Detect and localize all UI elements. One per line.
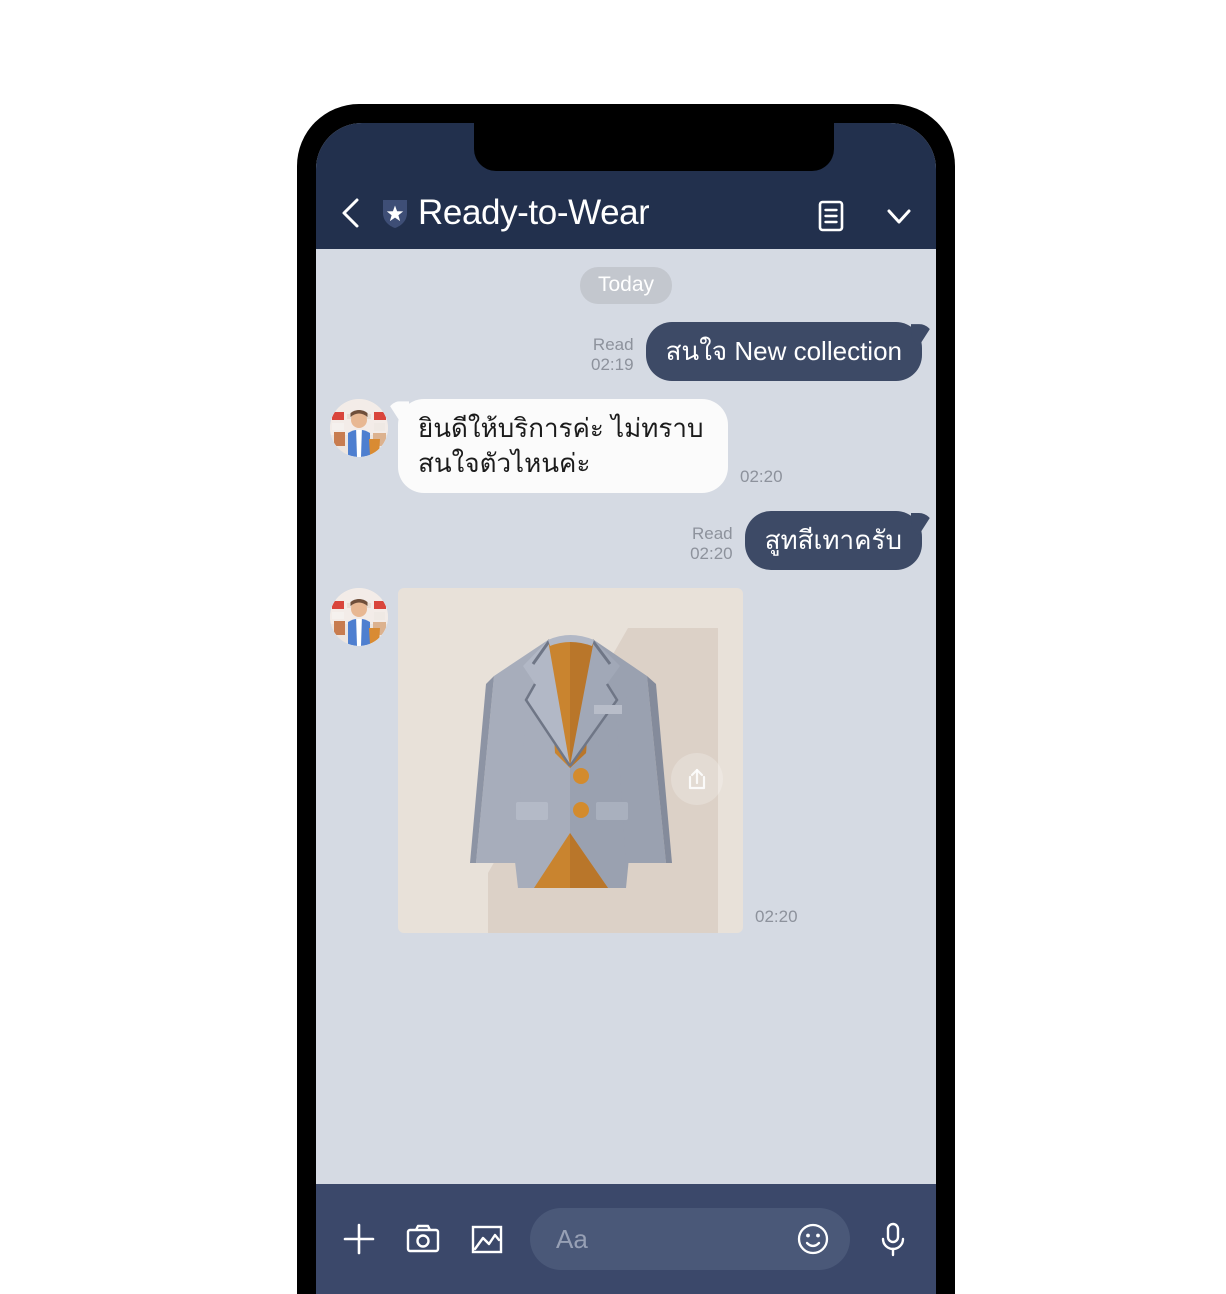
message-row-incoming-image: 02:20 [330, 588, 922, 934]
message-bubble[interactable]: ยินดีให้บริการค่ะ ไม่ทราบสนใจตัวไหนค่ะ [398, 399, 728, 494]
message-timestamp: 02:19 [591, 355, 634, 375]
phone-notch [474, 123, 834, 171]
avatar[interactable] [330, 588, 388, 647]
message-row-outgoing: Read 02:19 สนใจ New collection [330, 322, 922, 382]
chat-message-list[interactable]: Today Read 02:19 สนใจ New collection ยิน… [316, 249, 936, 1184]
avatar[interactable] [330, 399, 388, 458]
header-right-group [802, 199, 914, 233]
camera-icon[interactable] [402, 1218, 444, 1260]
message-bubble[interactable]: สนใจ New collection [645, 322, 922, 382]
day-divider-chip: Today [579, 267, 673, 305]
image-message-thumbnail[interactable] [398, 588, 743, 934]
document-list-icon[interactable] [816, 199, 846, 233]
microphone-icon[interactable] [872, 1218, 914, 1260]
share-image-button[interactable] [671, 753, 723, 806]
day-divider-row: Today [330, 249, 922, 305]
phone-frame: Ready-to-Wear Today Read 02:19 สนใจ New … [297, 104, 955, 1294]
message-timestamp: 02:20 [740, 466, 783, 486]
message-row-incoming: ยินดีให้บริการค่ะ ไม่ทราบสนใจตัวไหนค่ะ 0… [330, 399, 922, 494]
message-input-placeholder: Aa [556, 1223, 588, 1254]
share-upload-icon [688, 769, 706, 790]
message-row-outgoing: Read 02:20 สูทสีเทาครับ [330, 511, 922, 571]
image-message-timestamp: 02:20 [755, 907, 798, 927]
message-input[interactable]: Aa [530, 1208, 850, 1270]
smiley-face-icon[interactable] [792, 1218, 834, 1260]
shop-assistant-avatar-icon [330, 399, 388, 458]
message-meta: Read 02:20 [690, 524, 745, 570]
shield-star-icon [383, 200, 407, 228]
read-receipt-label: Read [691, 524, 733, 544]
phone-screen: Ready-to-Wear Today Read 02:19 สนใจ New … [316, 123, 936, 1294]
shop-assistant-avatar-icon [330, 588, 388, 647]
chevron-down-icon[interactable] [884, 199, 914, 233]
header-left-group: Ready-to-Wear [338, 193, 802, 233]
message-timestamp: 02:20 [690, 544, 733, 564]
message-meta: Read 02:19 [591, 335, 646, 381]
page-title: Ready-to-Wear [418, 193, 650, 232]
photo-gallery-icon[interactable] [466, 1218, 508, 1260]
read-receipt-label: Read [592, 335, 634, 355]
message-bubble[interactable]: สูทสีเทาครับ [744, 511, 922, 571]
back-chevron-icon[interactable] [338, 196, 364, 230]
plus-icon[interactable] [338, 1218, 380, 1260]
message-input-toolbar: Aa [316, 1184, 936, 1294]
